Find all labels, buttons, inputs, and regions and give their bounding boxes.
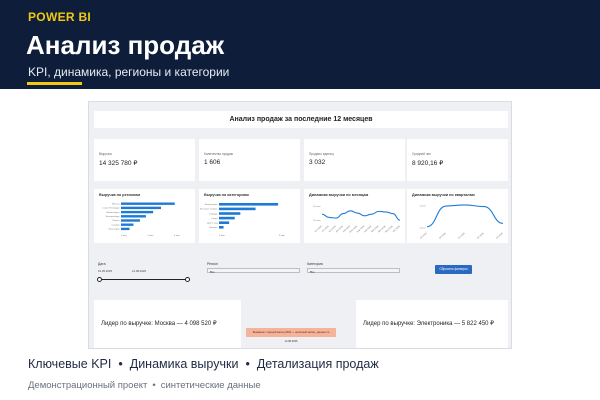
region-filter-label: Регион — [207, 262, 218, 266]
kpi-card-sales-count: Количество продаж 1 606 — [199, 139, 300, 181]
region-leader-card: Лидер по выручке: Москва — 4 098 520 ₽ — [94, 300, 241, 348]
bar — [219, 221, 230, 224]
x-tick-label: Q2 2026 — [477, 232, 485, 239]
y-tick-label: Москва — [112, 203, 120, 205]
x-tick-label: Q4 2025 — [439, 232, 447, 239]
bar — [121, 219, 141, 222]
reset-filters-button[interactable]: Сбросить фильтры — [435, 265, 472, 274]
chart-revenue-by-category: Выручка по категориям Электроника Бытовая… — [199, 189, 300, 243]
series-line — [426, 204, 504, 228]
report-screenshot: Анализ продаж за последние 12 месяцев Вы… — [88, 101, 512, 349]
x-tick-label: 5 млн — [279, 235, 286, 237]
series-line — [321, 210, 401, 221]
filter-panel: Дата 01.05.2025 14.08.2026 Регион Все ⌄ … — [94, 252, 508, 292]
chart-canvas: Москва Санкт-Петербург Новосибирск Екатерин… — [102, 202, 181, 237]
y-tick-label: Екатеринбург — [106, 216, 120, 218]
y-tick-label: Электроника — [204, 204, 218, 206]
category-dropdown[interactable]: Все ⌄ — [307, 268, 400, 274]
x-tick-label: 0 млн — [121, 235, 128, 237]
kpi-value: 8 920,16 ₽ — [412, 160, 444, 167]
bar — [121, 210, 154, 214]
kpi-label: Выручка — [99, 152, 112, 156]
kpi-card-revenue: Выручка 14 325 780 ₽ — [94, 139, 195, 181]
bullet-separator: • — [118, 357, 123, 371]
kpi-label: Продано единиц — [309, 152, 334, 156]
report-title: Анализ продаж за последние 12 месяцев — [94, 111, 508, 128]
y-tick-label: Краснодар — [109, 229, 121, 231]
kpi-label: Средний чек — [412, 152, 431, 156]
y-tick-label: Одежда — [209, 213, 218, 215]
bar — [121, 215, 146, 218]
x-tick-label: 4 млн — [174, 235, 181, 237]
hero-banner: POWER BI Анализ продаж KPI, динамика, ре… — [0, 0, 600, 89]
chart-canvas: 1,0 млн1,5 млнсен 2025 окт 2025ноя 2025де… — [313, 206, 402, 233]
footer-item: синтетические данные — [160, 380, 261, 391]
category-filter-label: Категория — [307, 262, 323, 266]
date-slider-track[interactable] — [100, 279, 188, 280]
y-tick-label: Дом и сад — [207, 222, 218, 224]
y-tick-label: Самара — [112, 224, 121, 226]
bar — [219, 226, 224, 229]
bullet-separator: • — [245, 357, 250, 371]
bar — [121, 227, 130, 231]
page-subtitle: KPI, динамика, регионы и категории — [28, 65, 230, 79]
y-tick-label: Новосибирск — [106, 212, 119, 214]
chart-canvas: Электроника Бытовая техника Одежда Спорт Дом… — [200, 203, 286, 237]
bar — [219, 207, 256, 211]
x-tick-label: авг 2026 — [393, 225, 402, 233]
x-tick-label: 0 млн — [219, 235, 226, 237]
chart-revenue-by-month: Динамика выручки по месяцам 1,0 млн 1,5 м… — [304, 189, 405, 243]
x-tick-label: Q1 2026 — [458, 232, 466, 239]
y-tick-label: 2 млн — [420, 228, 427, 230]
kpi-card-units: Продано единиц 3 032 — [304, 139, 405, 181]
y-tick-label: Санкт-Петербург — [102, 208, 119, 210]
bar — [121, 223, 134, 226]
y-tick-label: 1,0 млн — [313, 220, 321, 222]
date-filter-label: Дата — [98, 262, 106, 266]
y-tick-label: Красота — [209, 227, 218, 229]
date-to-value[interactable]: 14.08.2026 — [132, 269, 146, 273]
bar — [219, 212, 241, 215]
brand-label: POWER BI — [28, 10, 92, 24]
region-leader-text: Лидер по выручке: Москва — 4 098 520 ₽ — [101, 321, 217, 327]
region-dropdown[interactable]: Все ⌄ — [207, 268, 300, 274]
feature-item: Детализация продаж — [256, 357, 379, 371]
bar — [219, 203, 279, 206]
partial-month-warning: Внимание: текущий месяц 2026 — неполный … — [246, 328, 336, 343]
page-title: Анализ продаж — [26, 30, 225, 60]
date-from-value[interactable]: 01.05.2025 — [98, 269, 112, 273]
feature-item: Динамика выручки — [129, 357, 239, 371]
category-leader-card: Лидер по выручке: Электроника — 5 822 45… — [356, 300, 508, 348]
date-slider-start-handle[interactable] — [97, 276, 102, 282]
y-tick-label: Бытовая техника — [200, 209, 218, 211]
kpi-value: 3 032 — [309, 159, 326, 166]
chart-revenue-by-region: Выручка по регионам Москва Санкт-Петербур… — [94, 189, 195, 243]
kpi-value: 14 325 780 ₽ — [99, 160, 138, 167]
kpi-label: Количество продаж — [204, 152, 233, 156]
feature-list: Ключевые KPI • Динамика выручки • Детализаци… — [28, 357, 379, 371]
feature-item: Ключевые KPI — [28, 357, 112, 371]
bar — [219, 216, 235, 220]
kpi-card-avg-check: Средний чек 8 920,16 ₽ — [407, 139, 508, 181]
bar — [121, 206, 161, 210]
category-leader-text: Лидер по выручке: Электроника — 5 822 45… — [363, 321, 494, 327]
accent-underline — [27, 82, 82, 85]
chart-revenue-by-quarter: Динамика выручки по кварталам 2 млн 4 млн… — [407, 189, 508, 243]
y-tick-label: Казань — [112, 220, 120, 222]
date-slider-end-handle[interactable] — [185, 276, 190, 282]
x-tick-label: 2 млн — [148, 235, 155, 237]
chart-canvas: 2 млн 4 млн Q3 2025 Q4 2025 Q1 2026 Q2 2026 Q3… — [420, 204, 504, 240]
footer-note: Демонстрационный проект • синтетические да… — [28, 380, 261, 391]
x-tick-label: Q3 2026 — [496, 232, 504, 239]
kpi-value: 1 606 — [204, 159, 221, 166]
footer-item: Демонстрационный проект — [28, 380, 148, 391]
y-tick-label: Спорт — [211, 218, 217, 220]
x-tick-label: Q3 2025 — [420, 232, 428, 239]
chevron-down-icon: ⌄ — [210, 269, 213, 274]
bar — [121, 202, 175, 205]
bullet-separator: • — [152, 380, 156, 391]
chevron-down-icon: ⌄ — [310, 269, 313, 274]
y-tick-label: 1,5 млн — [313, 206, 321, 208]
y-tick-label: 4 млн — [420, 205, 427, 207]
